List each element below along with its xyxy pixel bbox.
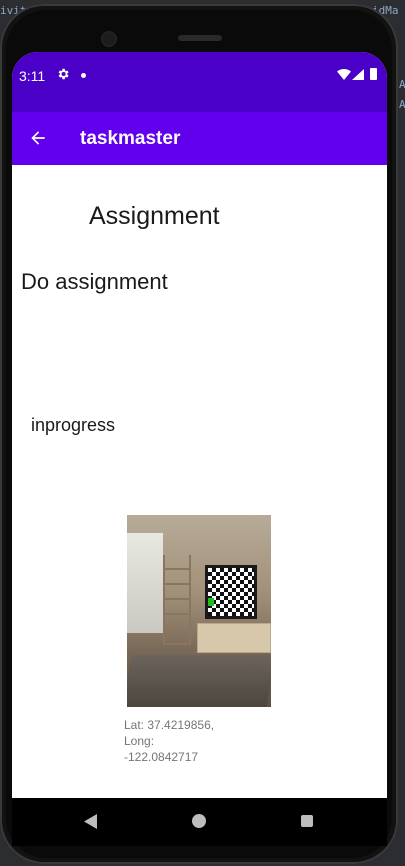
image-tv-marker bbox=[208, 598, 214, 606]
ide-text-a1: A bbox=[399, 78, 405, 91]
task-state: inprogress bbox=[31, 415, 116, 435]
front-camera bbox=[101, 31, 117, 47]
device-screen: 3:11 taskmaster Assignment Do assignment… bbox=[12, 52, 387, 798]
image-shelf bbox=[163, 555, 191, 645]
system-nav-bar bbox=[12, 798, 387, 846]
arrow-left-icon[interactable] bbox=[28, 128, 48, 148]
task-image bbox=[127, 515, 271, 707]
image-tv bbox=[205, 565, 257, 619]
notification-dot-icon bbox=[81, 73, 86, 78]
location-lat: Lat: 37.4219856, bbox=[124, 718, 215, 732]
status-bar: 3:11 bbox=[12, 52, 387, 112]
image-cabinet bbox=[197, 623, 271, 653]
earpiece-speaker bbox=[178, 35, 222, 41]
wifi-icon bbox=[337, 69, 351, 80]
status-time: 3:11 bbox=[19, 68, 46, 84]
location-coordinates: Lat: 37.4219856, Long: -122.0842717 bbox=[124, 717, 274, 765]
app-bar: taskmaster bbox=[12, 112, 387, 165]
task-title: Do assignment bbox=[21, 269, 168, 294]
image-window bbox=[127, 533, 163, 633]
home-circle-icon[interactable] bbox=[192, 814, 206, 828]
page-heading: Assignment bbox=[89, 202, 220, 230]
location-long-label: Long: bbox=[124, 734, 155, 748]
image-tv-screen bbox=[208, 568, 254, 616]
battery-icon bbox=[370, 68, 377, 80]
location-long-value: -122.0842717 bbox=[124, 750, 199, 764]
signal-icon bbox=[352, 69, 364, 80]
ide-text-a2: A bbox=[399, 98, 405, 111]
image-rug bbox=[127, 655, 271, 707]
recents-square-icon[interactable] bbox=[301, 815, 313, 827]
gear-icon bbox=[58, 68, 69, 80]
back-triangle-icon[interactable] bbox=[84, 814, 97, 829]
app-title: taskmaster bbox=[80, 128, 181, 149]
